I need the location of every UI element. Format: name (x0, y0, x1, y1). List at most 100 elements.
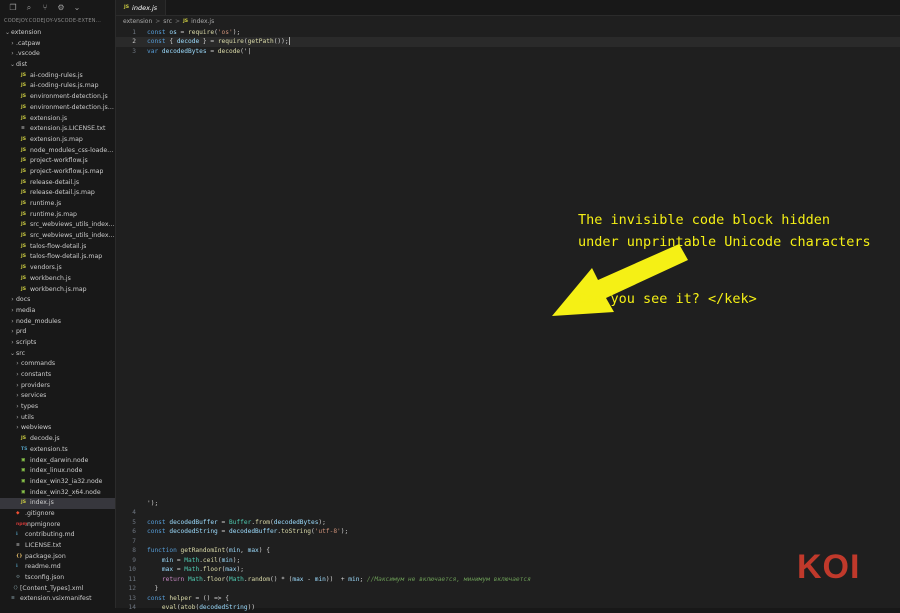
code-line[interactable]: 8 function getRandomInt(min, max) { (116, 546, 900, 556)
code-token: Math (184, 556, 200, 564)
tree-item[interactable]: JS extension.js (0, 114, 115, 125)
tree-item[interactable]: JS ai-coding-rules.js (0, 71, 115, 82)
tree-item[interactable]: ▣ index_darwin.node (0, 456, 115, 467)
tree-item-label: ai-coding-rules.js.map (30, 82, 99, 90)
tree-item[interactable]: ▣ index_win32_x64.node (0, 488, 115, 499)
tree-item[interactable]: JS project-workflow.js.map (0, 167, 115, 178)
tree-item[interactable]: JS environment-detection.js.map (0, 103, 115, 114)
tree-item[interactable]: JS project-workflow.js (0, 156, 115, 167)
tree-item[interactable]: ⌄ extension (0, 28, 115, 39)
tree-item[interactable]: {} package.json (0, 552, 115, 563)
tree-item[interactable]: ◆ .gitignore (0, 509, 115, 520)
tree-item[interactable]: ⌄ src (0, 349, 115, 360)
tree-item[interactable]: ⌄ dist (0, 60, 115, 71)
code-line[interactable]: 3 var decodedBytes = decode('| (116, 47, 900, 57)
tree-item[interactable]: › services (0, 391, 115, 402)
code-line[interactable]: 13 const helper = () => { (116, 594, 900, 604)
code-line[interactable]: 12 } (116, 584, 900, 594)
tree-item[interactable]: ⚙ tsconfig.json (0, 573, 115, 584)
tree-item[interactable]: ≡ LICENSE.txt (0, 541, 115, 552)
tree-item[interactable]: JS ai-coding-rules.js.map (0, 81, 115, 92)
tree-item[interactable]: ℹ contributing.md (0, 530, 115, 541)
settings-icon[interactable]: ⚙ (56, 3, 66, 12)
chevron-right-icon: › (11, 296, 14, 304)
tree-item[interactable]: › docs (0, 295, 115, 306)
chevron-right-icon: › (16, 360, 19, 368)
tree-item[interactable]: ▣ index_linux.node (0, 466, 115, 477)
tree-item[interactable]: › providers (0, 381, 115, 392)
tree-item-label: talos-flow-detail.js.map (30, 253, 103, 261)
code-token: ('| (240, 47, 252, 55)
tree-item[interactable]: JS runtime.js (0, 199, 115, 210)
tree-item[interactable]: JS release-detail.js (0, 178, 115, 189)
code-line[interactable]: 6 const decodedString = decodedBuffer.toS… (116, 527, 900, 537)
tree-item[interactable]: › .catpaw (0, 39, 115, 50)
source-control-icon[interactable]: ⑂ (40, 3, 50, 12)
javascript-file-icon: JS (21, 222, 27, 228)
code-token: ); (236, 566, 244, 573)
code-line[interactable]: 7 (116, 537, 900, 547)
tree-item[interactable]: JS node_modules_css-loader_di... (0, 146, 115, 157)
code-token: min (228, 547, 241, 554)
code-editor[interactable]: 1 const os = require('os'); 2 const { decod… (116, 0, 900, 611)
javascript-file-icon: JS (21, 147, 27, 153)
line-number: 4 (132, 509, 136, 516)
tree-item[interactable]: › types (0, 402, 115, 413)
code-token: ; (359, 575, 367, 583)
tree-item[interactable]: JS talos-flow-detail.js.map (0, 252, 115, 263)
code-token: const (147, 594, 170, 602)
tree-item[interactable]: JS src_webviews_utils_index_ts... (0, 231, 115, 242)
tree-item[interactable]: › node_modules (0, 317, 115, 328)
line-number: 7 (132, 537, 136, 545)
tree-item[interactable]: JS index.js (0, 498, 115, 509)
tree-item[interactable]: › .vscode (0, 49, 115, 60)
code-token: - (303, 575, 315, 583)
tree-item[interactable]: JS talos-flow-detail.js (0, 242, 115, 253)
tree-item[interactable]: TS extension.ts (0, 445, 115, 456)
tree-item[interactable]: JS extension.js.map (0, 135, 115, 146)
tree-item[interactable]: › webviews (0, 423, 115, 434)
code-token: random (247, 575, 270, 583)
code-line[interactable]: 14 eval(atob(decodedString)) (116, 603, 900, 613)
tree-item[interactable]: › prd (0, 327, 115, 338)
tree-item-label: node_modules (16, 317, 61, 325)
tree-item[interactable]: ▣ index_win32_ia32.node (0, 477, 115, 488)
javascript-file-icon: JS (21, 500, 27, 506)
tree-item[interactable]: JS vendors.js (0, 263, 115, 274)
tree-item[interactable]: › scripts (0, 338, 115, 349)
code-line[interactable]: 4 (116, 508, 900, 518)
code-token: toString (281, 528, 311, 535)
code-token: '); (147, 500, 159, 507)
code-token: Math (184, 566, 200, 573)
tree-item[interactable]: JS src_webviews_utils_index_ts... (0, 220, 115, 231)
code-line[interactable]: 9 min = Math.ceil(min); (116, 556, 900, 566)
javascript-file-icon: JS (21, 158, 27, 164)
tree-item[interactable]: JS environment-detection.js (0, 92, 115, 103)
code-line[interactable]: 10 max = Math.floor(max); (116, 565, 900, 575)
javascript-file-icon: JS (21, 254, 27, 260)
code-line[interactable]: 11 return Math.floor(Math.random() * (ma… (116, 575, 900, 585)
tree-item[interactable]: JS workbench.js.map (0, 285, 115, 296)
copy-icon[interactable]: ❐ (8, 3, 18, 12)
tree-item[interactable]: ℹ readme.md (0, 562, 115, 573)
tree-item[interactable]: › utils (0, 413, 115, 424)
chevron-down-icon[interactable]: ⌄ (72, 3, 82, 12)
tree-item-label: utils (21, 413, 35, 421)
tree-item[interactable]: › constants (0, 370, 115, 381)
javascript-file-icon: JS (21, 94, 27, 100)
tree-item[interactable]: JS runtime.js.map (0, 210, 115, 221)
search-icon[interactable]: ⌕ (24, 3, 34, 13)
tree-item[interactable]: npm .npmignore (0, 520, 115, 531)
tree-item[interactable]: 〈〉 [Content_Types].xml (0, 584, 115, 595)
tree-item[interactable]: ≡ extension.js.LICENSE.txt (0, 124, 115, 135)
tree-item[interactable]: ≡ extension.vsixmanifest (0, 594, 115, 605)
tree-item[interactable]: › media (0, 306, 115, 317)
tree-item[interactable]: › commands (0, 359, 115, 370)
tree-item-label: decode.js (30, 435, 60, 443)
tree-item[interactable]: JS decode.js (0, 434, 115, 445)
code-token: const (147, 528, 170, 535)
code-line[interactable]: 5 const decodedBuffer = Buffer.from(decod… (116, 518, 900, 528)
code-token: floor (206, 575, 226, 583)
tree-item[interactable]: JS release-detail.js.map (0, 188, 115, 199)
tree-item[interactable]: JS workbench.js (0, 274, 115, 285)
